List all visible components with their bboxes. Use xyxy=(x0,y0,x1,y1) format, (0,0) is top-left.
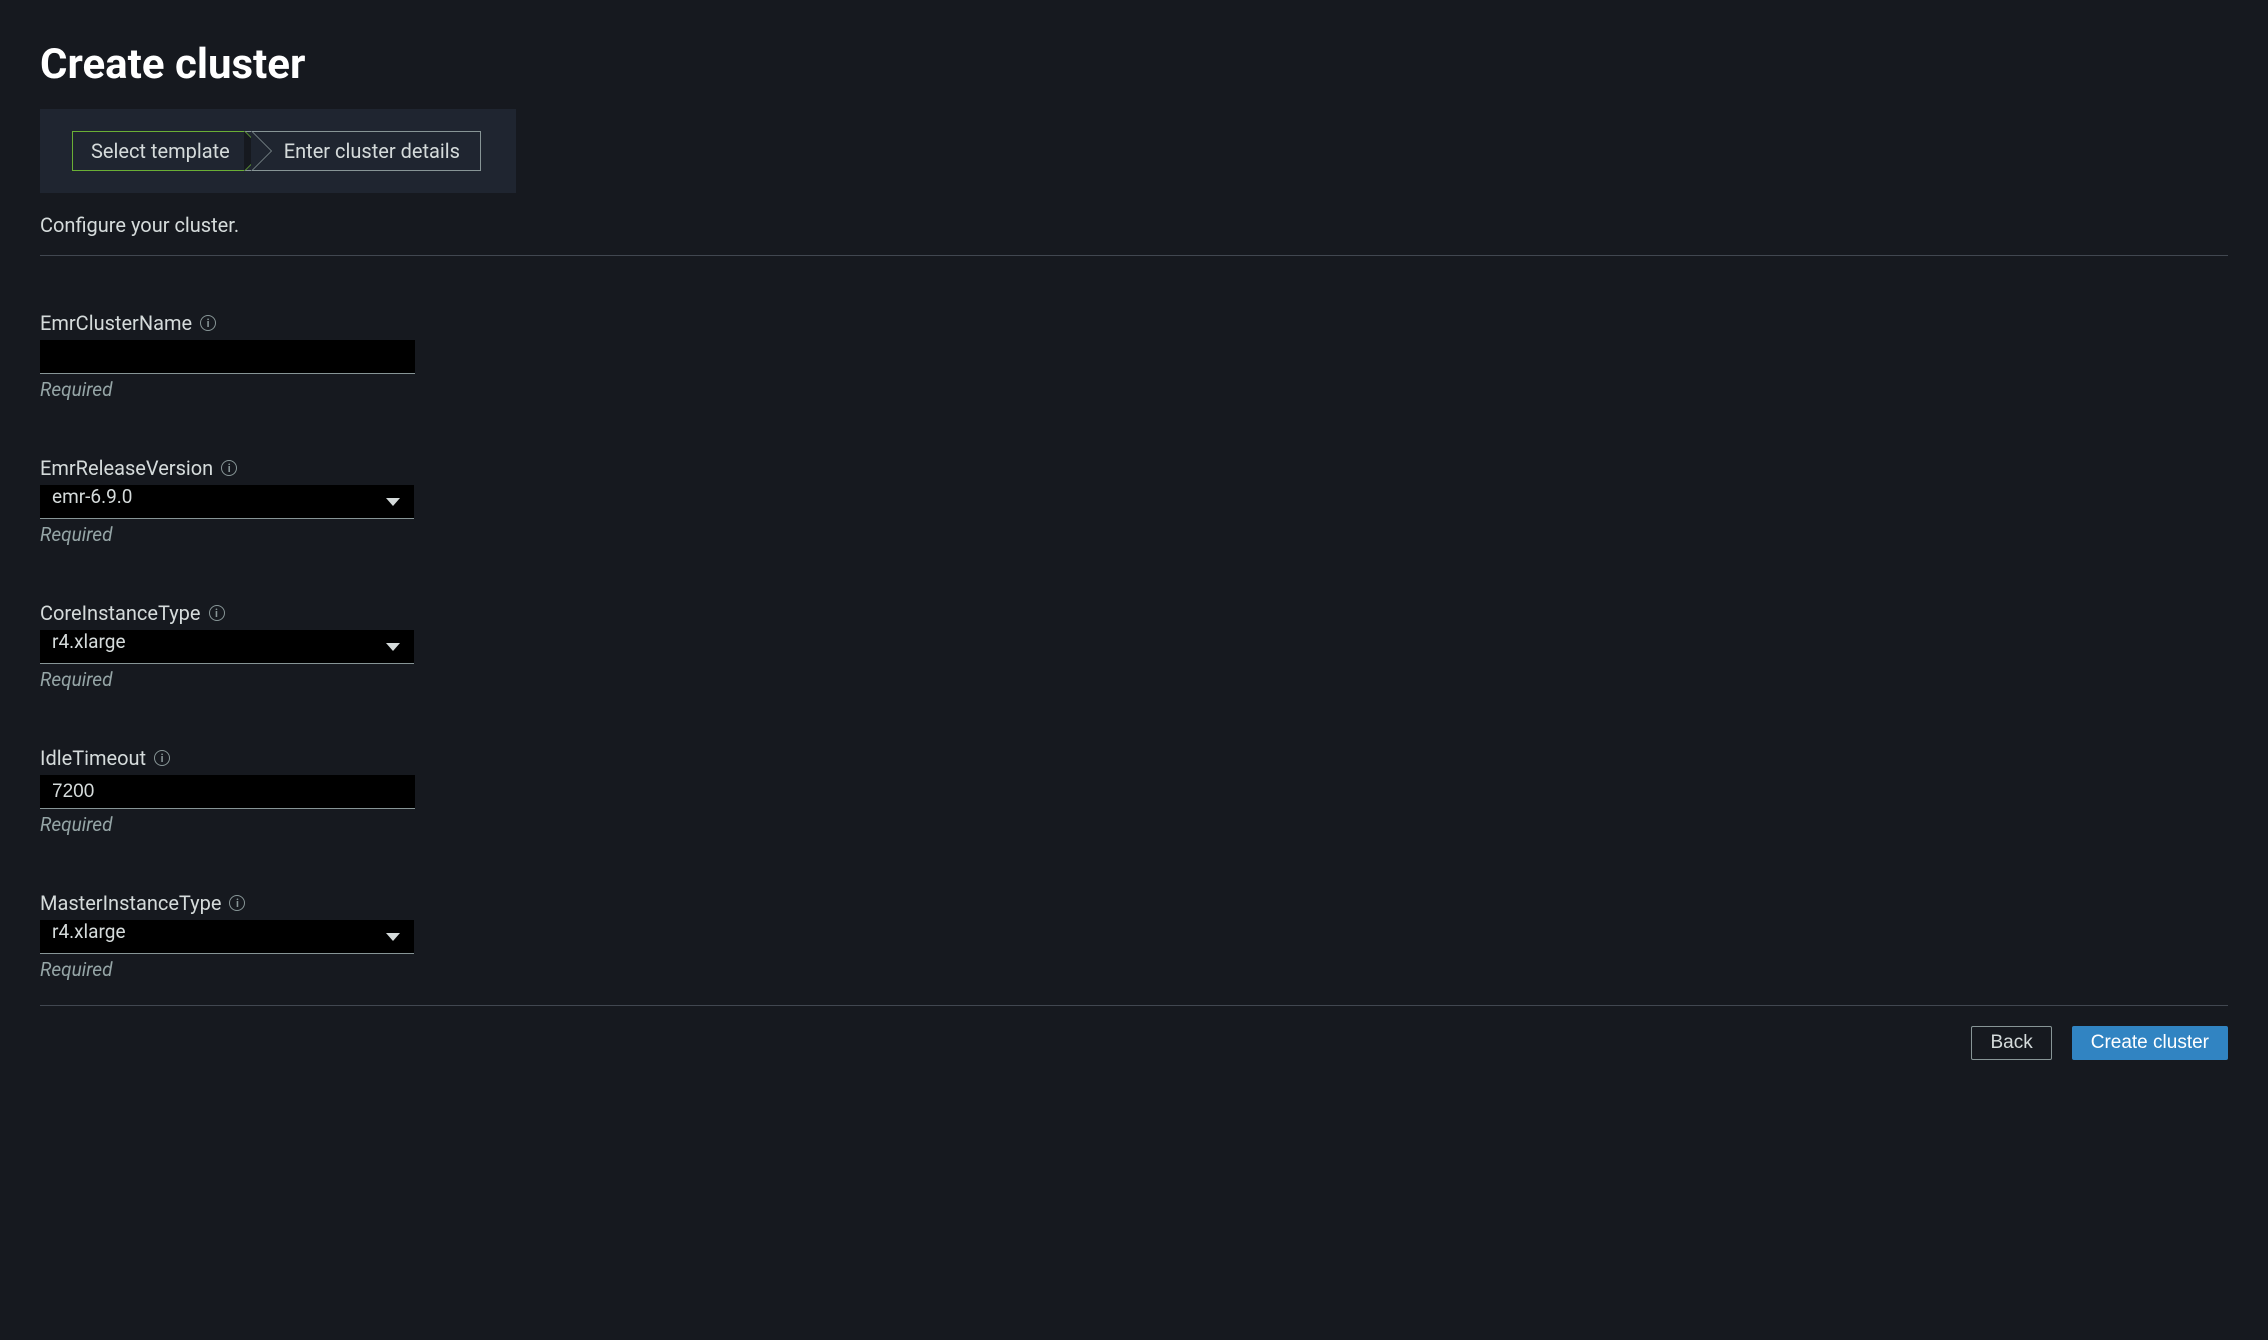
emr-cluster-name-input[interactable] xyxy=(40,340,415,374)
divider xyxy=(40,255,2228,256)
step-label: Enter cluster details xyxy=(284,139,460,163)
field-master-instance-type: MasterInstanceType i r4.xlarge Required xyxy=(40,891,2228,981)
required-hint: Required xyxy=(40,958,2228,981)
info-icon[interactable]: i xyxy=(221,460,237,476)
emr-release-version-select[interactable]: emr-6.9.0 xyxy=(40,485,414,519)
footer-actions: Back Create cluster xyxy=(40,1026,2228,1060)
info-icon[interactable]: i xyxy=(200,315,216,331)
idle-timeout-input[interactable] xyxy=(40,775,415,809)
page-title: Create cluster xyxy=(40,40,2228,89)
cluster-config-form: EmrClusterName i Required EmrReleaseVers… xyxy=(40,311,2228,981)
field-emr-release-version: EmrReleaseVersion i emr-6.9.0 Required xyxy=(40,456,2228,546)
field-label: EmrReleaseVersion xyxy=(40,456,213,480)
field-idle-timeout: IdleTimeout i Required xyxy=(40,746,2228,836)
subtitle: Configure your cluster. xyxy=(40,213,2228,237)
info-icon[interactable]: i xyxy=(229,895,245,911)
divider xyxy=(40,1005,2228,1006)
field-core-instance-type: CoreInstanceType i r4.xlarge Required xyxy=(40,601,2228,691)
field-label: IdleTimeout xyxy=(40,746,146,770)
step-enter-cluster-details[interactable]: Enter cluster details xyxy=(244,131,481,171)
master-instance-type-select[interactable]: r4.xlarge xyxy=(40,920,414,954)
stepper-container: Select template Enter cluster details xyxy=(40,109,516,193)
core-instance-type-select[interactable]: r4.xlarge xyxy=(40,630,414,664)
required-hint: Required xyxy=(40,813,2228,836)
info-icon[interactable]: i xyxy=(154,750,170,766)
field-label: CoreInstanceType xyxy=(40,601,201,625)
required-hint: Required xyxy=(40,668,2228,691)
chevron-right-icon xyxy=(251,131,271,171)
info-icon[interactable]: i xyxy=(209,605,225,621)
step-select-template[interactable]: Select template xyxy=(72,131,245,171)
create-cluster-button[interactable]: Create cluster xyxy=(2072,1026,2228,1060)
field-emr-cluster-name: EmrClusterName i Required xyxy=(40,311,2228,401)
field-label: MasterInstanceType xyxy=(40,891,221,915)
required-hint: Required xyxy=(40,523,2228,546)
back-button[interactable]: Back xyxy=(1971,1026,2051,1060)
step-label: Select template xyxy=(91,139,230,163)
stepper: Select template Enter cluster details xyxy=(72,131,481,171)
required-hint: Required xyxy=(40,378,2228,401)
field-label: EmrClusterName xyxy=(40,311,192,335)
